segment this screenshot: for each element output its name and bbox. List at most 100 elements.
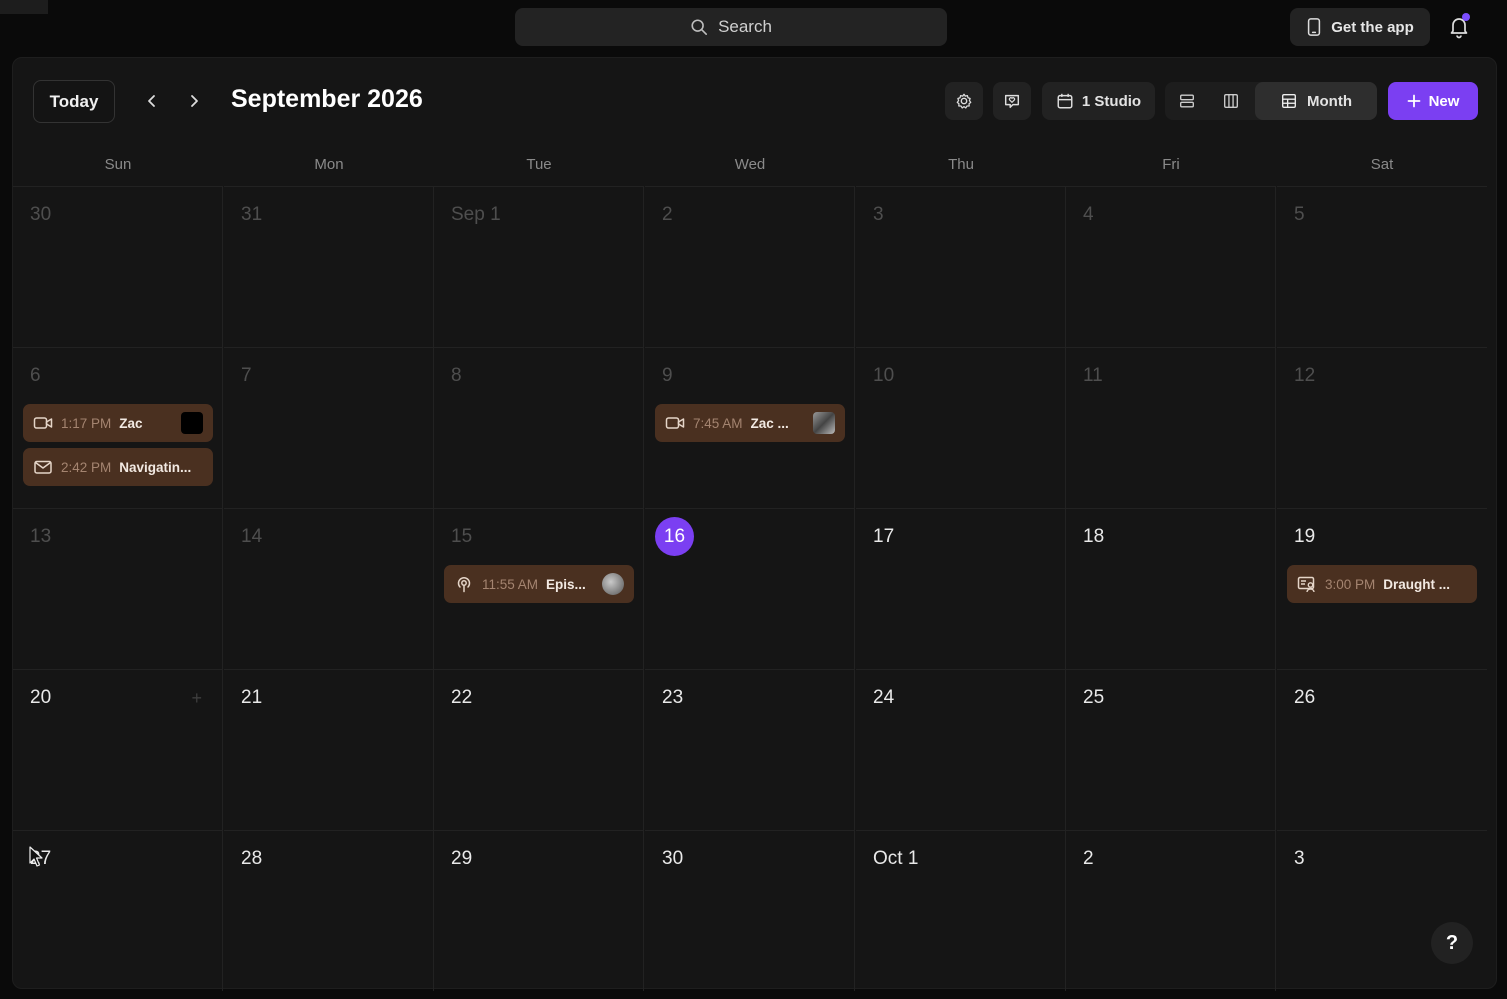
day-cell[interactable]: Oct 1 [856, 830, 1066, 991]
day-cell[interactable]: 11 [1066, 347, 1276, 508]
mail-icon [34, 460, 52, 474]
day-cell[interactable]: 21 [224, 669, 434, 830]
new-button[interactable]: New [1388, 82, 1478, 120]
avatar [813, 412, 835, 434]
previous-month-button[interactable] [141, 90, 163, 112]
notifications-button[interactable] [1446, 13, 1472, 40]
day-cell[interactable]: 17 [856, 508, 1066, 669]
day-number: 11 [1083, 365, 1103, 386]
day-number: 30 [662, 848, 684, 869]
day-cell[interactable]: 2 [645, 186, 855, 347]
mouse-cursor-icon [29, 846, 43, 867]
day-cell[interactable]: 30 [645, 830, 855, 991]
day-cell[interactable]: 27 [13, 830, 223, 991]
day-number: 28 [241, 848, 263, 869]
month-title: September 2026 [231, 85, 423, 113]
day-number: 3 [1294, 848, 1305, 869]
day-cell[interactable]: 13 [13, 508, 223, 669]
month-view-button[interactable]: Month [1255, 82, 1377, 120]
day-number: 26 [1294, 687, 1316, 708]
calendar-panel: Today September 2026 1 Studio Month New … [12, 57, 1497, 991]
day-cell[interactable]: Sep 1 [434, 186, 644, 347]
avatar [602, 573, 624, 595]
day-cell-today[interactable]: 16 [645, 508, 855, 669]
today-button[interactable]: Today [33, 80, 115, 123]
day-cell[interactable]: 30 [13, 186, 223, 347]
day-cell[interactable]: 10 [856, 347, 1066, 508]
day-cell[interactable]: 6 1:17 PM Zac 2:42 PM Navigatin... [13, 347, 223, 508]
next-month-button[interactable] [183, 90, 205, 112]
event-chip[interactable]: 7:45 AM Zac ... [655, 404, 845, 442]
weekday-label: Wed [734, 156, 766, 173]
day-number: 3 [873, 204, 884, 225]
chevron-left-icon [148, 95, 155, 107]
event-title: Zac ... [750, 415, 789, 431]
day-number: 14 [241, 526, 263, 547]
day-number: 8 [451, 365, 462, 386]
day-cell[interactable]: 31 [224, 186, 434, 347]
video-icon [33, 417, 53, 429]
day-cell[interactable]: 3 [1277, 830, 1487, 991]
day-cell[interactable]: 20 + [13, 669, 223, 830]
weekday-label: Fri [1162, 156, 1180, 173]
day-number: 4 [1083, 204, 1094, 225]
event-chip[interactable]: 2:42 PM Navigatin... [23, 448, 213, 486]
chat-heart-icon [1004, 94, 1020, 109]
month-view-label: Month [1307, 92, 1352, 110]
day-number: Sep 1 [451, 204, 501, 225]
avatar [181, 412, 203, 434]
day-number: 17 [873, 526, 895, 547]
get-app-label: Get the app [1331, 18, 1414, 36]
search-bar[interactable]: Search [515, 8, 947, 46]
day-cell[interactable]: 3 [856, 186, 1066, 347]
notification-badge [1462, 13, 1470, 21]
event-chip[interactable]: 3:00 PM Draught ... [1287, 565, 1477, 603]
calendar-icon [1057, 93, 1073, 109]
day-number: 2 [662, 204, 673, 225]
day-cell[interactable]: 8 [434, 347, 644, 508]
event-chip[interactable]: 1:17 PM Zac [23, 404, 213, 442]
studio-filter-button[interactable]: 1 Studio [1042, 82, 1155, 120]
day-cell[interactable]: 29 [434, 830, 644, 991]
day-cell[interactable]: 9 7:45 AM Zac ... [645, 347, 855, 508]
event-chip[interactable]: 11:55 AM Epis... [444, 565, 634, 603]
phone-icon [1308, 18, 1321, 36]
week-view-button[interactable] [1209, 82, 1253, 120]
event-title: Zac [119, 415, 143, 431]
day-cell[interactable]: 15 11:55 AM Epis... [434, 508, 644, 669]
add-event-button[interactable]: + [191, 688, 202, 709]
day-cell[interactable]: 24 [856, 669, 1066, 830]
screen-user-icon [1297, 576, 1315, 593]
day-number: 15 [451, 526, 473, 547]
podcast-icon [457, 576, 471, 593]
day-cell[interactable]: 23 [645, 669, 855, 830]
day-cell[interactable]: 7 [224, 347, 434, 508]
event-time: 11:55 AM [482, 576, 539, 592]
day-cell[interactable]: 2 [1066, 830, 1276, 991]
weekday-label: Sat [1370, 156, 1394, 173]
day-cell[interactable]: 26 [1277, 669, 1487, 830]
search-label: Search [718, 17, 772, 36]
day-cell[interactable]: 19 3:00 PM Draught ... [1277, 508, 1487, 669]
settings-button[interactable] [945, 82, 983, 120]
feedback-button[interactable] [993, 82, 1031, 120]
gear-icon [956, 93, 972, 109]
today-marker: 16 [655, 517, 694, 556]
weekday-label: Sun [104, 156, 132, 173]
help-button[interactable]: ? [1431, 922, 1473, 964]
get-app-button[interactable]: Get the app [1290, 8, 1430, 46]
day-cell[interactable]: 4 [1066, 186, 1276, 347]
day-cell[interactable]: 12 [1277, 347, 1487, 508]
day-number: 22 [451, 687, 473, 708]
day-cell[interactable]: 14 [224, 508, 434, 669]
plus-icon [1407, 94, 1420, 108]
top-bar: Search Get the app [0, 0, 1507, 56]
day-cell[interactable]: 22 [434, 669, 644, 830]
day-cell[interactable]: 28 [224, 830, 434, 991]
day-cell[interactable]: 25 [1066, 669, 1276, 830]
day-number: 6 [30, 365, 41, 386]
day-cell[interactable]: 18 [1066, 508, 1276, 669]
day-cell[interactable]: 5 [1277, 186, 1487, 347]
list-view-button[interactable] [1165, 82, 1209, 120]
weekday-label: Mon [314, 156, 344, 173]
